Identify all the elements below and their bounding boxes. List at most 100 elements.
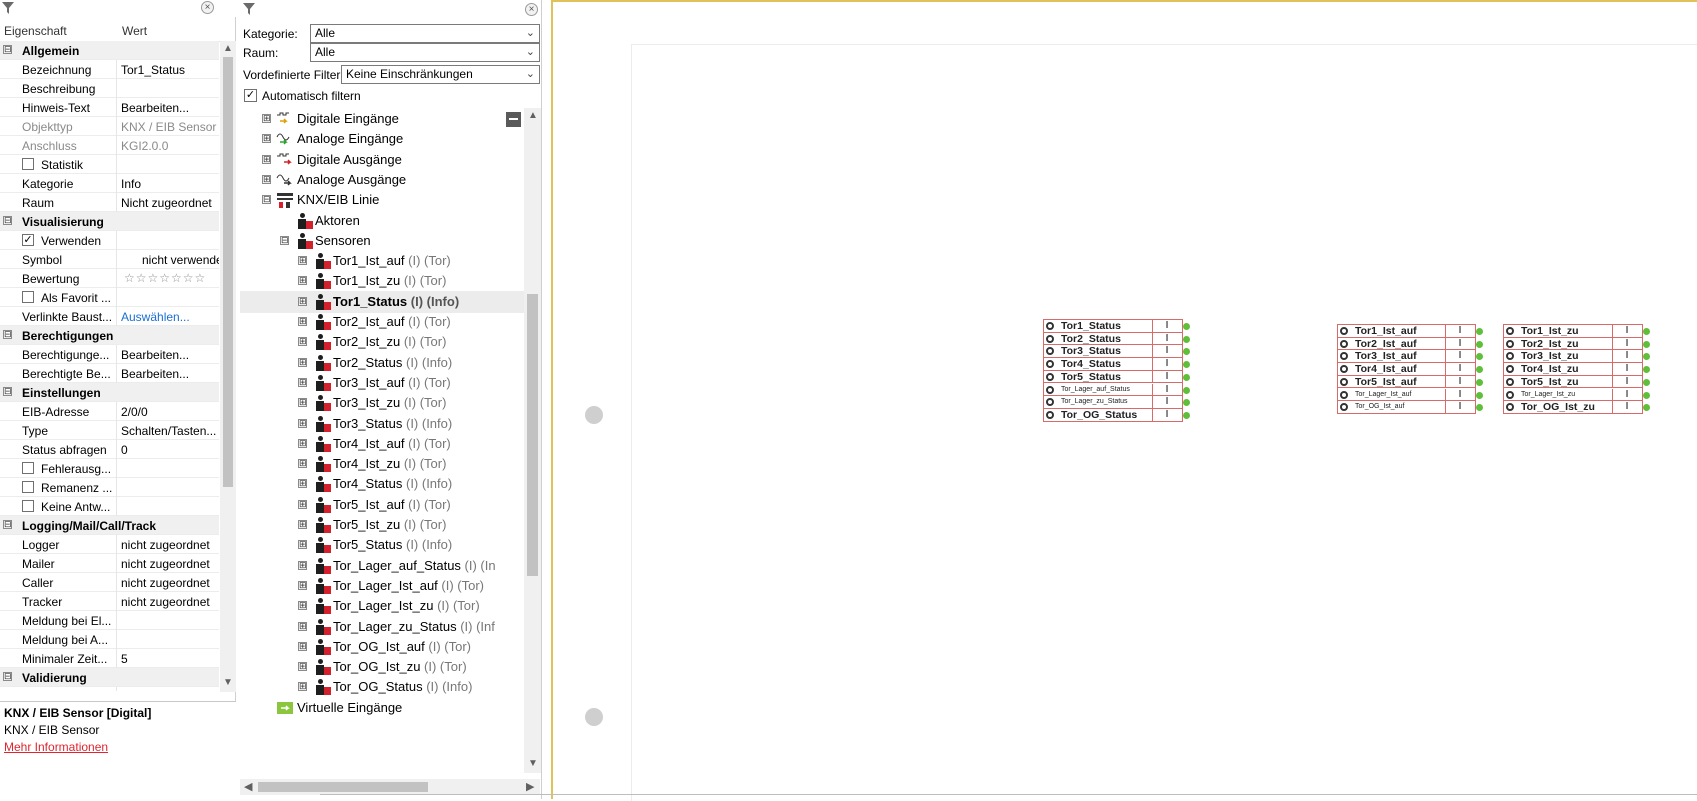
property-value[interactable]: nicht zugeordnet (121, 576, 219, 590)
property-value[interactable]: 0 (121, 443, 219, 457)
tree-node[interactable]: ⊞ Tor4_Ist_zu (I) (Tor) (240, 453, 524, 475)
property-row[interactable]: Fehlerausg... (0, 459, 219, 478)
property-category[interactable]: ⊟ Logging/Mail/Call/Track (0, 516, 219, 535)
gear-icon[interactable] (1046, 322, 1054, 330)
tree-node[interactable]: ⊞ Tor4_Status (I) (Info) (240, 473, 524, 495)
tree-node[interactable]: ⊞ Tor_OG_Ist_auf (I) (Tor) (240, 636, 524, 658)
scroll-up-icon[interactable]: ▲ (528, 110, 538, 121)
expand-icon[interactable]: ⊞ (262, 154, 271, 164)
expand-icon[interactable]: ⊞ (298, 398, 307, 408)
tree-node[interactable]: ⊞ Tor3_Ist_auf (I) (Tor) (240, 372, 524, 394)
expand-icon[interactable]: ⊞ (298, 418, 307, 428)
expand-icon[interactable]: ⊞ (298, 540, 307, 550)
expand-icon[interactable]: ⊞ (298, 520, 307, 529)
tree-node[interactable]: ⊞ Tor_Lager_zu_Status (I) (Inf (240, 616, 524, 638)
gear-icon[interactable] (1506, 352, 1514, 361)
checkbox[interactable] (22, 500, 34, 512)
gear-icon[interactable] (1340, 339, 1348, 348)
property-value[interactable]: KNX / EIB Sensor (121, 120, 219, 134)
property-value[interactable]: Schalten/Tasten... (121, 424, 219, 438)
logic-block-ist-auf[interactable]: Tor1_Ist_auf I Tor2_Ist_auf I Tor3_Ist_auf I T… (1337, 324, 1483, 414)
property-value[interactable]: nicht zugeordnet (121, 538, 219, 552)
expand-icon[interactable]: ⊞ (298, 357, 307, 367)
scrollbar-thumb[interactable] (223, 57, 233, 487)
property-value[interactable]: nicht verwendet (142, 253, 219, 267)
block-row[interactable]: Tor_OG_Status I (1044, 408, 1190, 422)
column-header-property[interactable]: Eigenschaft (4, 24, 67, 38)
output-port-dot[interactable] (1643, 328, 1650, 335)
checkbox[interactable]: ✓ (22, 234, 34, 246)
kategorie-select[interactable]: Alle ⌄ (310, 24, 540, 43)
property-row[interactable]: Raum Nicht zugeordnet (0, 193, 219, 212)
property-row[interactable]: Mailer nicht zugeordnet (0, 554, 219, 573)
property-value[interactable]: 2/0/0 (121, 405, 219, 419)
property-row[interactable]: Caller nicht zugeordnet (0, 573, 219, 592)
block-row[interactable]: Tor1_Ist_zu I (1504, 325, 1650, 338)
close-icon[interactable]: × (201, 1, 214, 14)
property-value[interactable]: Nicht zugeordnet (121, 196, 219, 210)
tree-node[interactable]: ⊟ Sensoren (240, 230, 524, 252)
block-row[interactable]: Tor5_Ist_auf I (1338, 375, 1483, 389)
property-value[interactable]: Bearbeiten... (121, 101, 219, 115)
gear-icon[interactable] (1046, 372, 1054, 381)
tree-node[interactable]: ⊞ Tor4_Ist_auf (I) (Tor) (240, 433, 524, 455)
expand-icon[interactable]: ⊞ (298, 438, 307, 448)
output-port-dot[interactable] (1643, 378, 1650, 386)
gear-icon[interactable] (1506, 327, 1514, 335)
output-port-dot[interactable] (1476, 391, 1483, 399)
block-row[interactable]: Tor1_Ist_auf I (1338, 325, 1483, 338)
collapse-icon[interactable]: ⊟ (3, 387, 12, 396)
property-category[interactable]: ⊟ Einstellungen (0, 383, 219, 402)
tree-node[interactable]: ⊞ Digitale Ausgänge (240, 149, 524, 171)
logic-canvas[interactable]: Tor1_Status I Tor2_Status I Tor3_Status I Tor4… (551, 0, 1697, 801)
more-info-link[interactable]: Mehr Informationen (4, 740, 108, 754)
gear-icon[interactable] (1340, 352, 1348, 361)
gear-icon[interactable] (1046, 398, 1054, 407)
property-value[interactable]: Auswählen... (121, 310, 219, 324)
expand-icon[interactable]: ⊞ (262, 174, 271, 184)
tree-node[interactable]: Aktoren (240, 210, 524, 232)
expand-icon[interactable]: ⊞ (298, 317, 307, 326)
property-category[interactable]: ⊟ Allgemein (0, 41, 219, 60)
expand-icon[interactable]: ⊞ (298, 499, 307, 509)
block-row[interactable]: Tor_Lager_Ist_zu I (1504, 388, 1650, 402)
output-port-dot[interactable] (1183, 373, 1190, 381)
block-row[interactable]: Tor4_Status I (1044, 358, 1190, 371)
property-row[interactable]: Meldung bei El... (0, 611, 219, 630)
block-row[interactable]: Tor_OG_Ist_auf I (1338, 401, 1483, 414)
block-row[interactable]: Tor_Lager_auf_Status I (1044, 383, 1190, 397)
property-row[interactable]: EIB-Adresse 2/0/0 (0, 402, 219, 421)
tree-horizontal-scrollbar[interactable]: ◀ ▶ (240, 779, 540, 795)
expand-icon[interactable]: ⊞ (298, 580, 307, 590)
expand-icon[interactable]: ⊞ (298, 337, 307, 347)
funnel-icon[interactable] (2, 2, 14, 14)
gear-icon[interactable] (1340, 327, 1348, 335)
tree-node[interactable]: ⊞ Tor3_Status (I) (Info) (240, 413, 524, 435)
property-row[interactable]: Type Schalten/Tasten... (0, 421, 219, 440)
output-port-dot[interactable] (1643, 340, 1650, 348)
block-row[interactable]: Tor5_Ist_zu I (1504, 375, 1650, 389)
tree-node[interactable]: ⊞ Analoge Ausgänge (240, 169, 524, 191)
property-row[interactable]: Keine Antw... (0, 497, 219, 516)
connector-dot[interactable] (585, 406, 603, 424)
property-row[interactable]: Berechtigunge... Bearbeiten... (0, 345, 219, 364)
collapse-icon[interactable]: ⊟ (262, 195, 271, 205)
property-row[interactable]: Meldung bei A... (0, 630, 219, 649)
tree-node[interactable]: ⊞ Tor_Lager_Ist_auf (I) (Tor) (240, 575, 524, 597)
block-row[interactable]: Tor2_Status I (1044, 332, 1190, 346)
tree-node[interactable]: ⊞ Tor_Lager_Ist_zu (I) (Tor) (240, 595, 524, 617)
property-value[interactable]: 5 (121, 652, 219, 666)
property-row[interactable]: Beschreibung (0, 79, 219, 98)
expand-icon[interactable]: ⊞ (298, 377, 307, 387)
output-port-dot[interactable] (1183, 323, 1190, 330)
tree-node[interactable]: ⊟ KNX/EIB Linie (240, 189, 524, 211)
expand-icon[interactable]: ⊞ (298, 256, 307, 266)
expand-icon[interactable]: ⊞ (298, 296, 307, 306)
block-row[interactable]: Tor5_Status I (1044, 370, 1190, 384)
tree-node[interactable]: ⊞ Tor1_Status (I) (Info) (240, 290, 524, 313)
expand-icon[interactable]: ⊞ (298, 459, 307, 469)
tree-node[interactable]: ⊞ Analoge Eingänge (240, 128, 524, 150)
property-category[interactable]: ⊟ Validierung (0, 668, 219, 687)
tree-node[interactable]: ⊞ Tor_OG_Ist_zu (I) (Tor) (240, 656, 524, 678)
property-row[interactable]: Bezeichnung Tor1_Status (0, 60, 219, 79)
